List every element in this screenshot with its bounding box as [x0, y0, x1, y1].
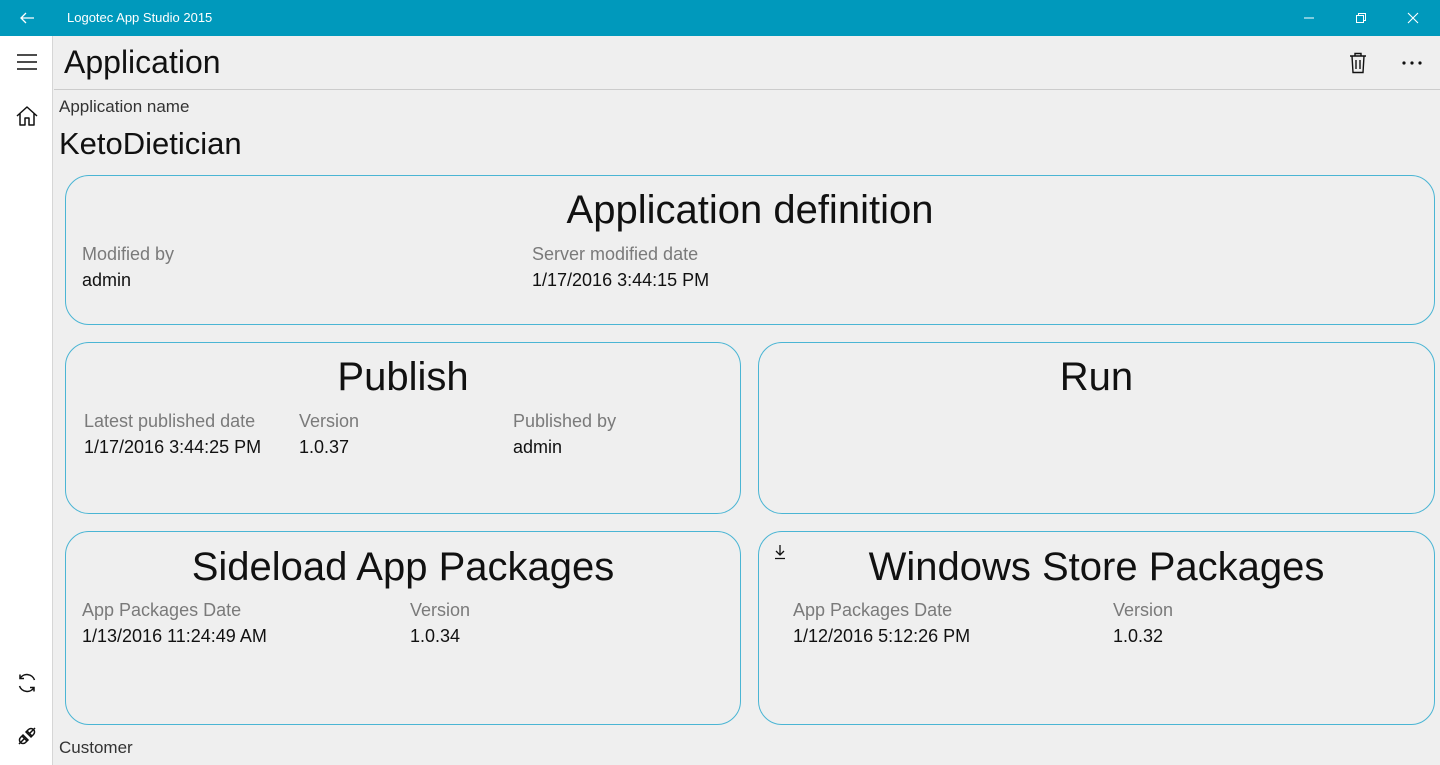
header-divider	[54, 89, 1440, 90]
field-value: admin	[513, 437, 563, 457]
minimize-icon	[1303, 12, 1315, 24]
latest-published-date-field: Latest published date 1/17/2016 3:44:25 …	[84, 411, 261, 458]
version-field: Version 1.0.34	[410, 600, 470, 647]
page-title: Application	[64, 44, 221, 80]
back-button[interactable]	[0, 0, 54, 36]
version-field: Version 1.0.37	[299, 411, 359, 458]
field-label: Latest published date	[84, 411, 256, 431]
card-title: Publish	[337, 355, 469, 399]
field-value: admin	[82, 270, 132, 290]
hamburger-icon	[16, 53, 38, 71]
card-title: Windows Store Packages	[868, 545, 1325, 589]
restore-icon	[1355, 12, 1367, 24]
server-modified-date-field: Server modified date 1/17/2016 3:44:15 P…	[532, 244, 709, 291]
more-button[interactable]	[1392, 44, 1432, 82]
home-button[interactable]	[0, 92, 53, 140]
sync-icon	[16, 672, 38, 694]
field-value: 1/17/2016 3:44:15 PM	[532, 270, 710, 290]
modified-by-field: Modified by admin	[82, 244, 174, 291]
minimize-button[interactable]	[1286, 0, 1332, 36]
field-label: Version	[410, 600, 471, 620]
version-field: Version 1.0.32	[1113, 600, 1173, 647]
application-definition-card[interactable]: Application definition Modified by admin…	[65, 175, 1435, 325]
field-value: 1.0.34	[410, 626, 461, 646]
sideload-packages-card[interactable]: Sideload App Packages App Packages Date …	[65, 531, 741, 725]
sidebar	[0, 36, 53, 765]
field-label: Server modified date	[532, 244, 699, 264]
title-bar: Logotec App Studio 2015	[0, 0, 1440, 36]
field-value: 1.0.32	[1113, 626, 1164, 646]
application-name: KetoDietician	[59, 126, 242, 161]
connection-icon	[16, 725, 38, 747]
restore-button[interactable]	[1338, 0, 1384, 36]
field-label: Version	[1113, 600, 1174, 620]
application-name-label: Application name	[59, 97, 190, 116]
app-packages-date-field: App Packages Date 1/12/2016 5:12:26 PM	[793, 600, 970, 647]
field-value: 1/12/2016 5:12:26 PM	[793, 626, 971, 646]
close-button[interactable]	[1390, 0, 1436, 36]
customer-label: Customer	[59, 738, 133, 757]
field-value: 1/17/2016 3:44:25 PM	[84, 437, 262, 457]
home-icon	[15, 104, 39, 128]
published-by-field: Published by admin	[513, 411, 616, 458]
delete-icon	[1348, 52, 1368, 74]
field-label: App Packages Date	[793, 600, 953, 620]
back-arrow-icon	[19, 10, 35, 26]
field-value: 1.0.37	[299, 437, 350, 457]
sync-button[interactable]	[0, 659, 53, 707]
field-label: Version	[299, 411, 360, 431]
window-title: Logotec App Studio 2015	[67, 10, 213, 25]
field-label: Modified by	[82, 244, 175, 264]
windows-store-packages-card[interactable]: Windows Store Packages App Packages Date…	[758, 531, 1435, 725]
run-card[interactable]: Run	[758, 342, 1435, 514]
field-label: App Packages Date	[82, 600, 242, 620]
more-icon	[1401, 60, 1423, 66]
card-title: Sideload App Packages	[191, 545, 615, 589]
close-icon	[1407, 12, 1419, 24]
field-value: 1/13/2016 11:24:49 AM	[82, 626, 267, 646]
publish-card[interactable]: Publish Latest published date 1/17/2016 …	[65, 342, 741, 514]
field-label: Published by	[513, 411, 617, 431]
app-packages-date-field: App Packages Date 1/13/2016 11:24:49 AM	[82, 600, 267, 647]
connection-button[interactable]	[0, 712, 53, 760]
delete-button[interactable]	[1338, 44, 1378, 82]
menu-button[interactable]	[0, 38, 53, 86]
card-title: Run	[1059, 355, 1134, 399]
card-title: Application definition	[566, 188, 934, 232]
